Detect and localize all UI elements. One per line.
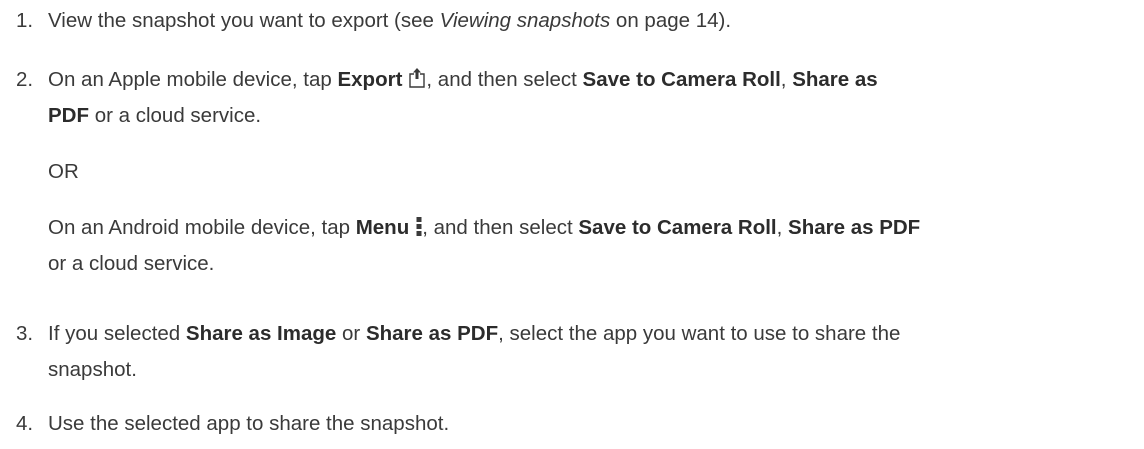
text-segment: or xyxy=(336,322,366,345)
step-number: 1. xyxy=(16,9,34,32)
save-camera-roll-label: Save to Camera Roll xyxy=(578,216,777,239)
text-segment: , and then select xyxy=(426,68,583,91)
text-segment: on page 14). xyxy=(610,9,732,32)
share-as-pdf-label: Share as PDF xyxy=(365,322,499,345)
step-text: If you selected Share as Image or Share … xyxy=(48,316,1128,388)
text-segment: View the snapshot you want to export (se… xyxy=(48,9,440,32)
share-as-label: Share as xyxy=(792,68,878,91)
cross-reference-link[interactable]: Viewing snapshots xyxy=(440,9,611,32)
step-line: Use the selected app to share the snapsh… xyxy=(48,412,450,435)
text-segment: If you selected xyxy=(48,322,186,345)
pdf-label: PDF xyxy=(48,104,89,127)
step-text: View the snapshot you want to export (se… xyxy=(48,3,1128,39)
step-line: If you selected Share as Image or Share … xyxy=(48,316,1128,352)
text-segment: , select the app you want to use to shar… xyxy=(498,322,901,345)
step-number: 3. xyxy=(16,322,34,345)
step-line: On an Apple mobile device, tap Export , a… xyxy=(48,62,1128,98)
step-text: Use the selected app to share the snapsh… xyxy=(48,406,1128,442)
text-segment: , xyxy=(776,216,789,239)
text-segment: , and then select xyxy=(422,216,579,239)
document-page: 1. View the snapshot you want to export … xyxy=(0,0,1144,449)
step-line: View the snapshot you want to export (se… xyxy=(48,3,1128,39)
export-label: Export xyxy=(337,68,403,91)
text-segment: On an Apple mobile device, tap xyxy=(48,68,338,91)
or-separator: OR xyxy=(48,160,79,183)
share-as-pdf-label: Share as PDF xyxy=(788,216,921,239)
step-number: 4. xyxy=(16,412,34,435)
step-line: On an Android mobile device, tap Menu , a… xyxy=(48,210,1128,246)
export-share-icon xyxy=(408,67,426,89)
text-segment: , xyxy=(780,68,793,91)
step-line: PDF or a cloud service. xyxy=(48,98,1128,134)
text-segment: On an Android mobile device, tap xyxy=(48,216,356,239)
menu-label: Menu xyxy=(355,216,410,239)
step-line: snapshot. xyxy=(48,358,137,381)
step-number: 2. xyxy=(16,68,34,91)
step-line: or a cloud service. xyxy=(48,252,215,275)
share-as-image-label: Share as Image xyxy=(185,322,337,345)
save-camera-roll-label: Save to Camera Roll xyxy=(582,68,781,91)
text-segment: or a cloud service. xyxy=(89,104,262,127)
step-text: On an Apple mobile device, tap Export , a… xyxy=(48,62,1128,282)
